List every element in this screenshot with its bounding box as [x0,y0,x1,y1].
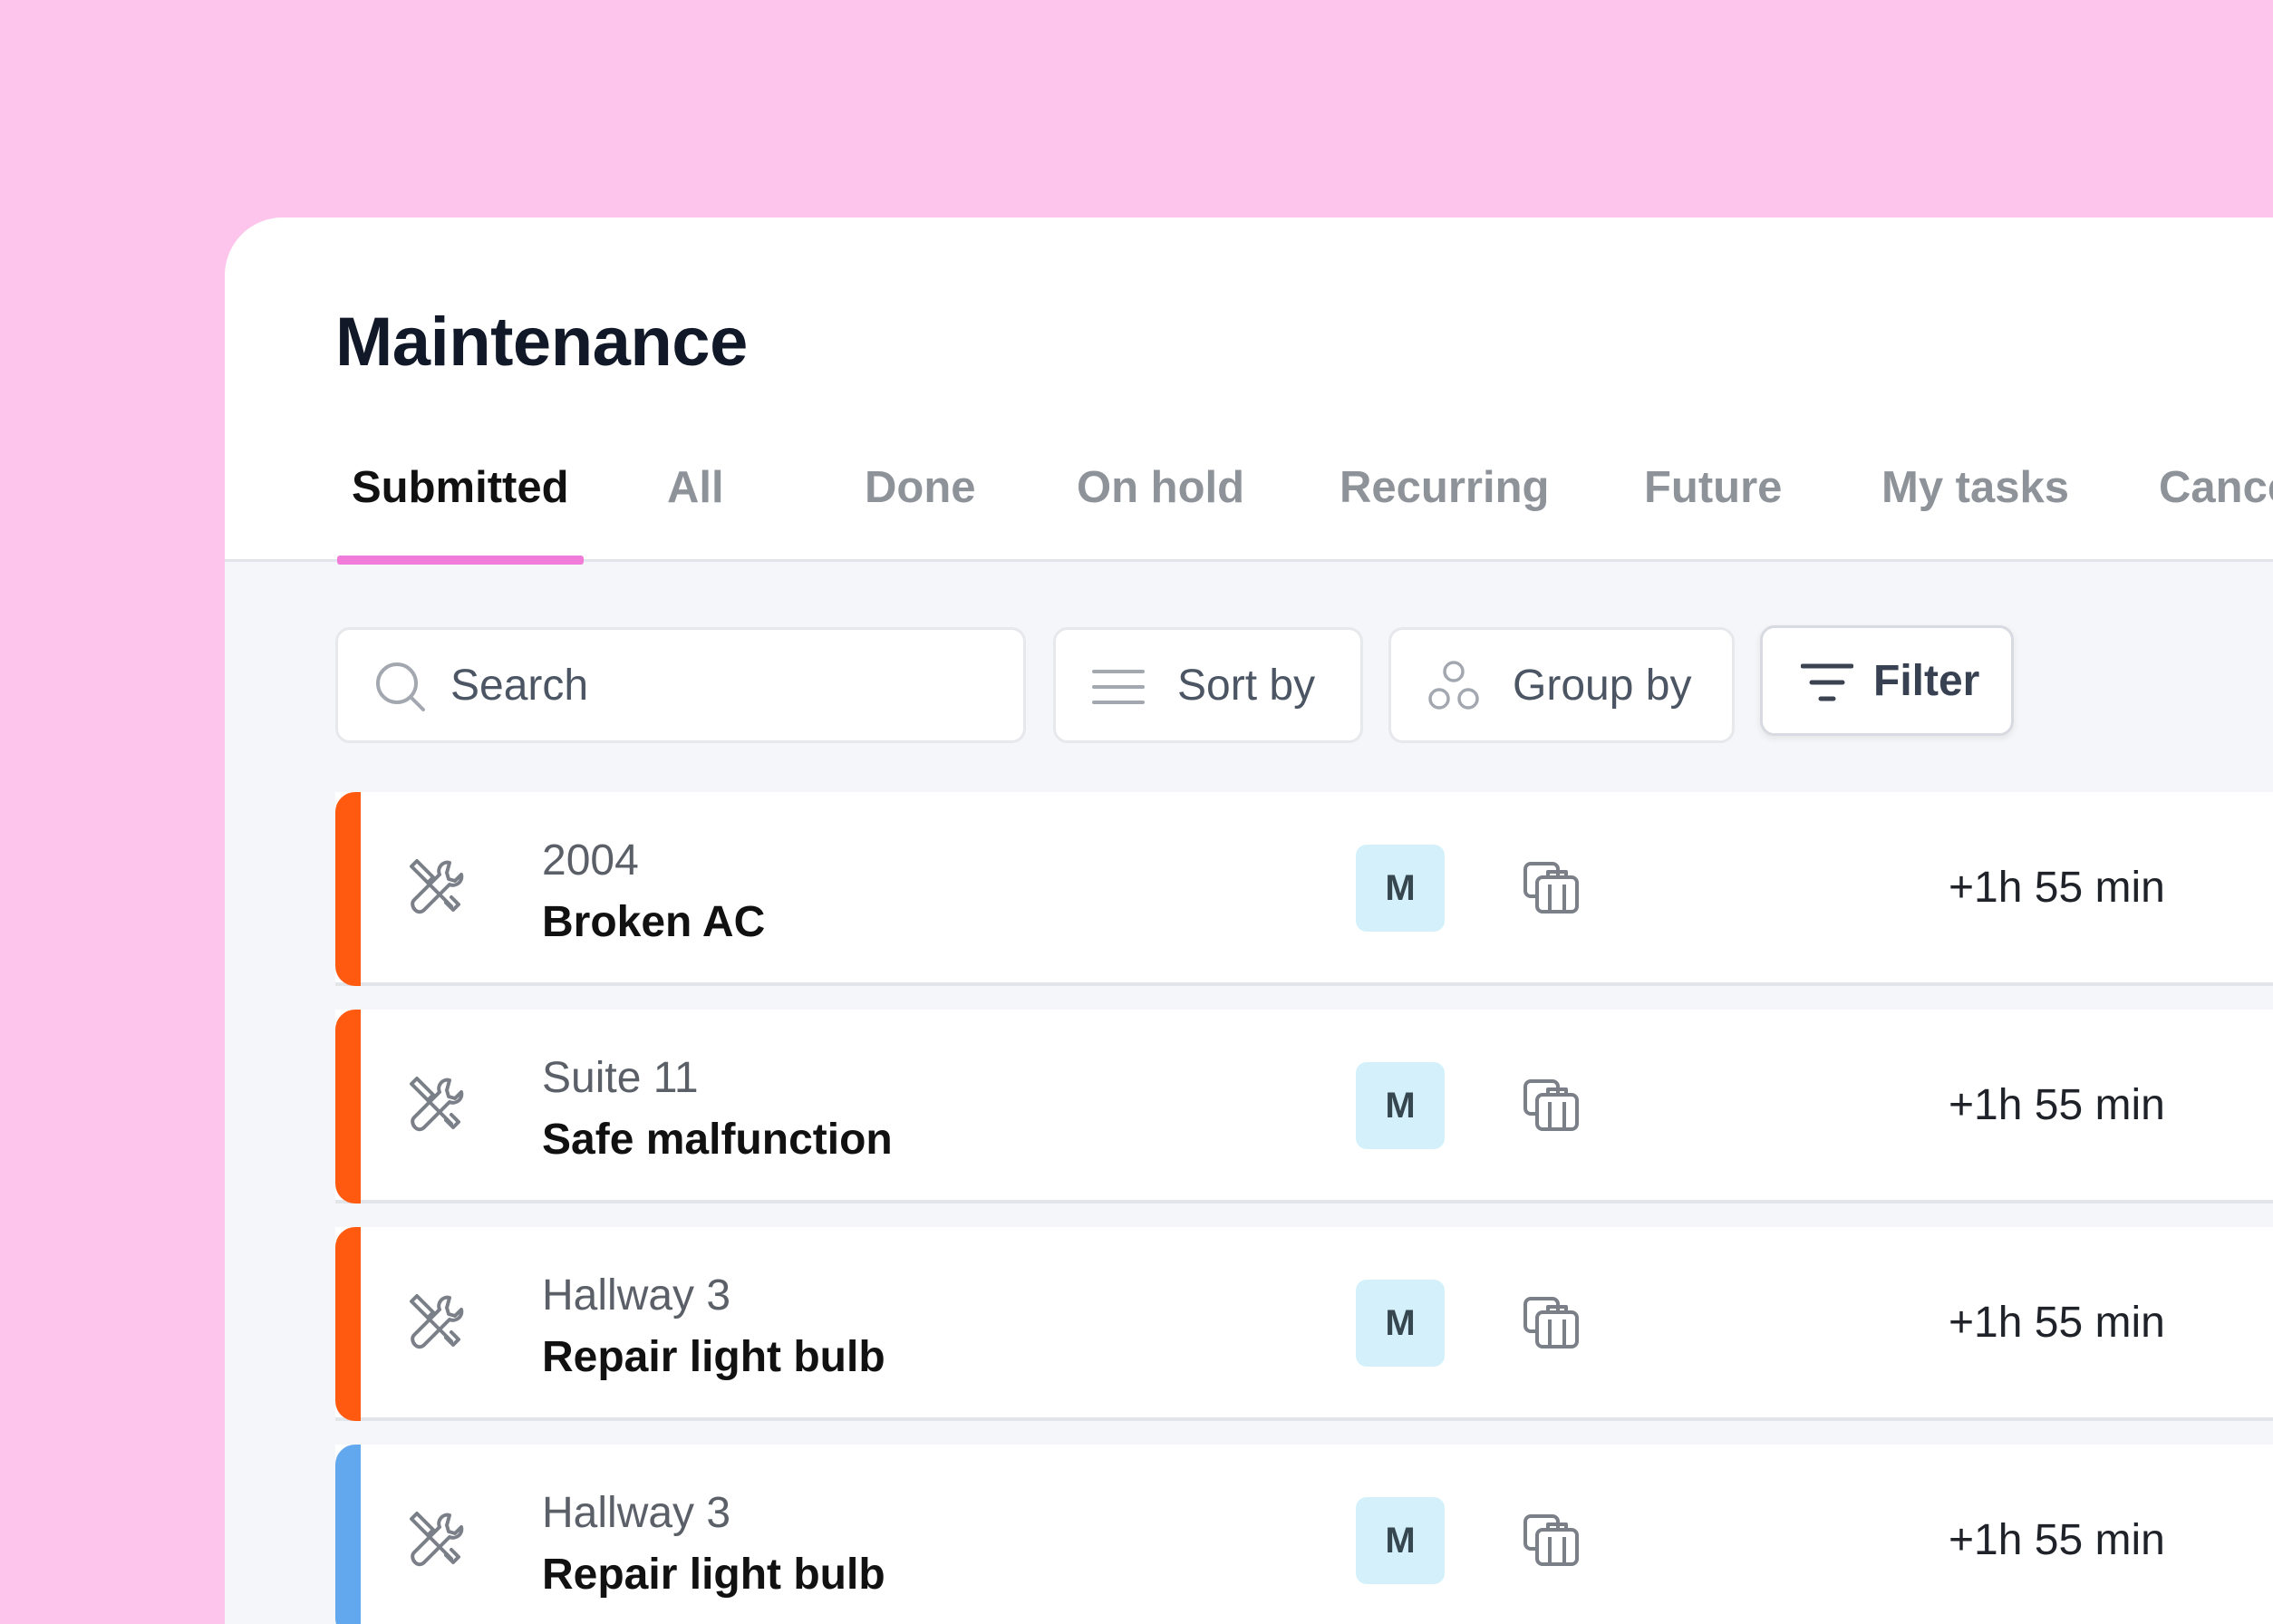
assignee-avatar[interactable]: M [1356,845,1445,932]
tab-label: My tasks [1881,463,2070,512]
search-input[interactable]: Search [335,627,1026,743]
task-name: Repair light bulb [542,1551,885,1599]
tab-label: All [667,463,724,512]
wrench-screwdriver-icon [410,1512,464,1567]
tab-label: Done [865,463,976,512]
department-icon [1523,1079,1579,1131]
task-location: Hallway 3 [542,1271,731,1320]
task-location: Suite 11 [542,1054,699,1102]
priority-stripe [335,792,361,986]
tab-label: On hold [1077,463,1245,512]
filter-label: Filter [1873,656,1980,705]
wrench-screwdriver-icon [410,1294,464,1349]
task-row[interactable]: 2004 Broken AC M +1h 55 min [335,792,2273,986]
task-row[interactable]: Hallway 3 Repair light bulb M +1h 55 min [335,1227,2273,1421]
task-name: Broken AC [542,898,766,946]
group-by-button[interactable]: Group by [1388,627,1735,743]
tab-bar: Submitted All Done On hold Recurring Fut… [335,460,2273,565]
tab-label: Cancelle [2159,463,2273,512]
tab-submitted[interactable]: Submitted [337,460,584,565]
sort-by-button[interactable]: Sort by [1053,627,1363,743]
wrench-screwdriver-icon [410,859,464,914]
search-icon [376,662,425,711]
filter-icon [1801,663,1853,701]
tab-cancelled[interactable]: Cancelle [2159,460,2273,562]
assignee-avatar[interactable]: M [1356,1062,1445,1149]
tab-label: Submitted [352,463,569,512]
tab-recurring[interactable]: Recurring [1340,460,1549,562]
page-header: Maintenance Submitted All Done On hold R… [225,218,2273,565]
priority-stripe [335,1227,361,1421]
tab-label: Future [1644,463,1783,512]
tab-done[interactable]: Done [865,460,976,562]
task-name: Repair light bulb [542,1333,885,1381]
group-by-label: Group by [1513,661,1692,710]
sort-by-label: Sort by [1177,661,1316,710]
filter-button[interactable]: Filter [1760,625,2014,736]
priority-stripe [335,1010,361,1204]
task-row[interactable]: Hallway 3 Repair light bulb M +1h 55 min [335,1445,2273,1624]
maintenance-app: Maintenance Submitted All Done On hold R… [225,218,2273,1624]
assignee-avatar[interactable]: M [1356,1497,1445,1584]
priority-stripe [335,1445,361,1624]
elapsed-time: +1h 55 min [1949,1081,2165,1129]
tab-on-hold[interactable]: On hold [1077,460,1244,562]
task-name: Safe malfunction [542,1116,893,1164]
active-tab-underline [337,556,584,565]
search-placeholder: Search [450,661,589,710]
group-circles-icon [1428,661,1479,710]
page-title: Maintenance [335,304,748,381]
tab-label: Recurring [1340,463,1550,512]
sort-lines-icon [1092,670,1145,704]
wrench-screwdriver-icon [410,1077,464,1132]
task-location: 2004 [542,836,639,884]
elapsed-time: +1h 55 min [1949,1299,2165,1347]
task-location: Hallway 3 [542,1489,731,1537]
tab-my-tasks[interactable]: My tasks [1881,460,2069,562]
task-row[interactable]: Suite 11 Safe malfunction M +1h 55 min [335,1010,2273,1204]
department-icon [1523,862,1579,914]
tab-all[interactable]: All [667,460,724,562]
elapsed-time: +1h 55 min [1949,1516,2165,1564]
department-icon [1523,1514,1579,1566]
elapsed-time: +1h 55 min [1949,864,2165,912]
department-icon [1523,1297,1579,1348]
tab-future[interactable]: Future [1644,460,1782,562]
assignee-avatar[interactable]: M [1356,1280,1445,1367]
